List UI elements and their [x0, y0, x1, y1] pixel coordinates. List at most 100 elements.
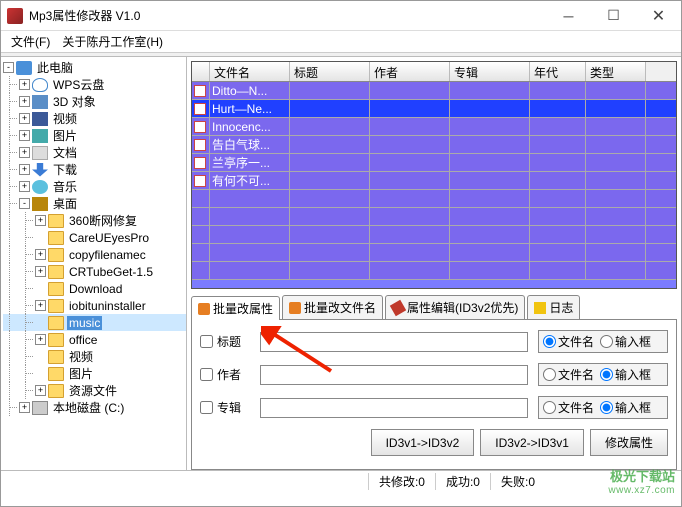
input-album[interactable] [260, 398, 528, 418]
cell[interactable] [370, 208, 450, 225]
radio-album-filename[interactable]: 文件名 [543, 399, 594, 416]
cell[interactable] [370, 100, 450, 117]
cell[interactable] [370, 244, 450, 261]
expander-icon[interactable]: + [35, 334, 46, 345]
cell-filename[interactable]: 有何不可... [210, 172, 290, 189]
tab-attr-edit[interactable]: 属性编辑(ID3v2优先) [385, 295, 525, 319]
radio-title-filename[interactable]: 文件名 [543, 333, 594, 350]
col-header[interactable]: 标题 [290, 62, 370, 81]
tree-item[interactable]: 视频 [67, 348, 95, 365]
maximize-button[interactable]: ☐ [591, 1, 636, 30]
cell[interactable] [370, 190, 450, 207]
expander-icon[interactable]: + [35, 249, 46, 260]
radio-album-input[interactable]: 输入框 [600, 399, 651, 416]
cell-filename[interactable]: 告白气球... [210, 136, 290, 153]
tree-item[interactable]: music [67, 316, 102, 330]
input-author[interactable] [260, 365, 528, 385]
cell[interactable] [450, 208, 530, 225]
tree-item[interactable]: 桌面 [51, 195, 79, 212]
cell[interactable] [370, 172, 450, 189]
tree-item[interactable]: 图片 [51, 127, 79, 144]
tree-item[interactable]: Download [67, 282, 124, 296]
col-header[interactable]: 作者 [370, 62, 450, 81]
tree-item[interactable]: 视频 [51, 110, 79, 127]
cell[interactable] [370, 154, 450, 171]
tree-root[interactable]: 此电脑 [35, 59, 75, 76]
cell[interactable] [586, 262, 646, 279]
cell[interactable] [370, 118, 450, 135]
cell-filename[interactable]: Ditto—N... [210, 82, 290, 99]
col-header[interactable]: 专辑 [450, 62, 530, 81]
menu-about[interactable]: 关于陈丹工作室(H) [56, 31, 169, 52]
menu-file[interactable]: 文件(F) [5, 31, 56, 52]
cell[interactable] [370, 262, 450, 279]
tab-log[interactable]: 日志 [527, 295, 580, 319]
cell[interactable] [290, 172, 370, 189]
tree-item[interactable]: 图片 [67, 365, 95, 382]
tree-item[interactable]: office [67, 333, 99, 347]
tree-item[interactable]: WPS云盘 [51, 76, 106, 93]
expander-icon[interactable]: + [19, 164, 30, 175]
cell[interactable] [290, 208, 370, 225]
close-button[interactable]: ✕ [636, 1, 681, 30]
tree-item[interactable]: 文档 [51, 144, 79, 161]
expander-icon[interactable]: + [19, 402, 30, 413]
cell[interactable] [530, 208, 586, 225]
cell[interactable] [450, 262, 530, 279]
cell[interactable] [530, 244, 586, 261]
cell[interactable] [450, 154, 530, 171]
radio-author-input[interactable]: 输入框 [600, 366, 651, 383]
cell-filename[interactable] [210, 226, 290, 243]
cell[interactable] [586, 154, 646, 171]
cell[interactable] [530, 100, 586, 117]
cell[interactable] [290, 100, 370, 117]
radio-title-input[interactable]: 输入框 [600, 333, 651, 350]
cell-filename[interactable]: Innocenc... [210, 118, 290, 135]
cell[interactable] [290, 226, 370, 243]
expander-icon[interactable]: - [3, 62, 14, 73]
cell[interactable] [450, 172, 530, 189]
expander-icon[interactable]: + [19, 181, 30, 192]
btn-modify-attr[interactable]: 修改属性 [590, 429, 668, 456]
cell[interactable] [290, 244, 370, 261]
tree-item[interactable]: iobituninstaller [67, 299, 148, 313]
cell[interactable] [530, 118, 586, 135]
input-title[interactable] [260, 332, 528, 352]
cell[interactable] [530, 136, 586, 153]
cell[interactable] [586, 208, 646, 225]
chk-author-box[interactable] [200, 368, 213, 381]
chk-title[interactable]: 标题 [200, 333, 260, 350]
tree-item[interactable]: CareUEyesPro [67, 231, 151, 245]
cell[interactable] [290, 262, 370, 279]
cell[interactable] [370, 136, 450, 153]
cell[interactable] [586, 190, 646, 207]
cell[interactable] [586, 82, 646, 99]
cell[interactable] [586, 100, 646, 117]
tab-batch-attr[interactable]: 批量改属性 [191, 296, 280, 320]
expander-icon[interactable]: - [19, 198, 30, 209]
expander-icon[interactable]: + [35, 266, 46, 277]
cell[interactable] [586, 244, 646, 261]
cell[interactable] [450, 82, 530, 99]
cell-filename[interactable] [210, 208, 290, 225]
chk-album[interactable]: 专辑 [200, 399, 260, 416]
chk-album-box[interactable] [200, 401, 213, 414]
minimize-button[interactable]: ─ [546, 1, 591, 30]
tree-item[interactable]: 本地磁盘 (C:) [51, 399, 126, 416]
tree-item[interactable]: 下载 [51, 161, 79, 178]
cell[interactable] [450, 100, 530, 117]
cell[interactable] [290, 190, 370, 207]
cell-filename[interactable]: 兰亭序一... [210, 154, 290, 171]
expander-icon[interactable]: + [35, 300, 46, 311]
cell[interactable] [290, 136, 370, 153]
expander-icon[interactable]: + [19, 130, 30, 141]
cell[interactable] [450, 244, 530, 261]
cell[interactable] [586, 172, 646, 189]
cell[interactable] [450, 136, 530, 153]
cell[interactable] [586, 118, 646, 135]
cell-filename[interactable] [210, 190, 290, 207]
expander-icon[interactable]: + [19, 113, 30, 124]
expander-icon[interactable]: + [35, 385, 46, 396]
chk-title-box[interactable] [200, 335, 213, 348]
cell[interactable] [370, 226, 450, 243]
